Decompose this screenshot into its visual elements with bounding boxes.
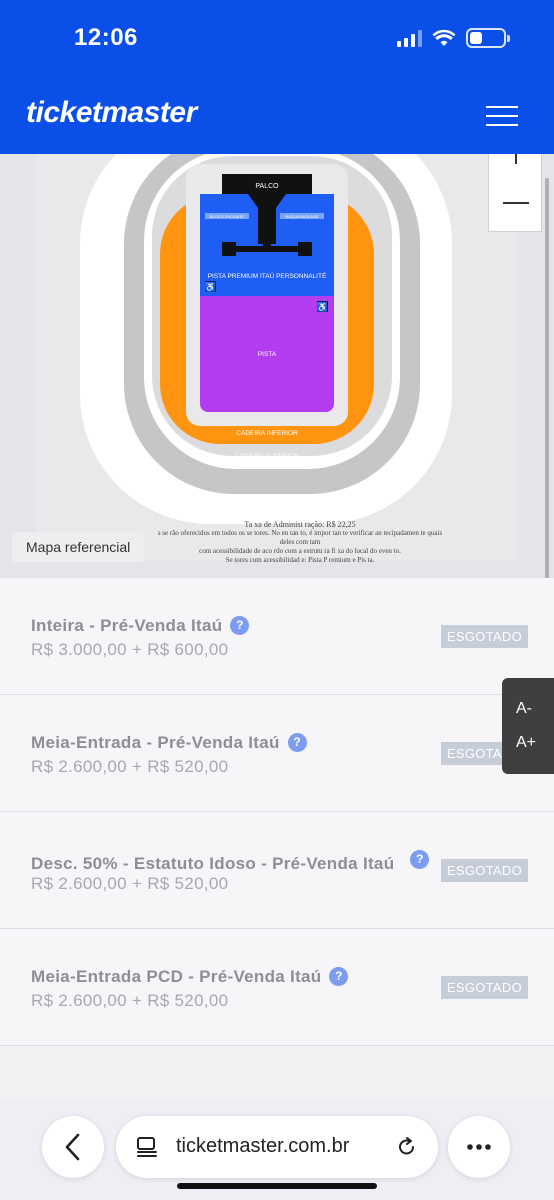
app-header: 12:06 ticketmaster — [0, 0, 554, 154]
zoom-controls — [488, 154, 542, 232]
ticket-row[interactable]: Desc. 50% - Estatuto Idoso - Pré-Venda I… — [0, 812, 554, 929]
cellular-signal-icon — [397, 29, 422, 47]
sold-out-badge: ESGOTADO — [440, 859, 528, 882]
font-size-tools: A- A+ — [502, 678, 554, 774]
more-dots-icon — [467, 1144, 491, 1150]
zoom-in-button[interactable] — [515, 154, 517, 164]
ticket-name: Inteira - Pré-Venda Itaú? — [31, 616, 250, 636]
help-icon[interactable]: ? — [410, 850, 430, 869]
url-text: ticketmaster.com.br — [176, 1135, 350, 1157]
status-time: 12:06 — [74, 24, 138, 51]
page-format-icon[interactable] — [136, 1136, 158, 1158]
ticket-price: R$ 2.600,00 + R$ 520,00 — [31, 874, 229, 893]
home-indicator[interactable] — [177, 1183, 377, 1189]
font-increase-button[interactable]: A+ — [516, 734, 536, 752]
ticket-price: R$ 3.000,00 + R$ 600,00 — [31, 640, 229, 659]
ticket-price: R$ 2.600,00 + R$ 520,00 — [31, 991, 229, 1010]
font-decrease-button[interactable]: A- — [516, 700, 532, 718]
back-chevron-icon — [65, 1133, 80, 1161]
help-icon[interactable]: ? — [287, 733, 307, 752]
ticket-name: Desc. 50% - Estatuto Idoso - Pré-Venda I… — [31, 850, 430, 874]
label-premium: PISTA PREMIUM ITAÚ PERSONNALITÉ — [208, 271, 327, 280]
venue-map-drawing: ♿ ♿ PALCO BLOCO PACKAGE BAQUAPACKAGE PIS… — [80, 154, 452, 524]
ticket-row[interactable]: Meia-Entrada - Pré-Venda Itaú? R$ 2.600,… — [0, 695, 554, 812]
hamburger-menu-icon[interactable] — [486, 106, 518, 126]
scrollbar[interactable] — [545, 178, 549, 638]
zoom-out-button[interactable] — [503, 202, 529, 204]
ticket-name: Meia-Entrada PCD - Pré-Venda Itaú? — [31, 967, 349, 987]
svg-text:♿: ♿ — [317, 301, 328, 312]
legend-line: Se tores com acessibilidad e: Pista P re… — [225, 556, 375, 564]
label-cadeira-inferior: CADEIRA INFERIOR — [236, 430, 298, 437]
status-icons — [397, 26, 510, 50]
map-reference-label: Mapa referencial — [12, 532, 145, 562]
back-button[interactable] — [42, 1116, 104, 1178]
help-icon[interactable]: ? — [230, 616, 250, 635]
ticket-list: Inteira - Pré-Venda Itaú? R$ 3.000,00 + … — [0, 578, 554, 1046]
ticket-row[interactable]: Meia-Entrada PCD - Pré-Venda Itaú? R$ 2.… — [0, 929, 554, 1046]
label-cadeira-superior: CADEIRA SUPERIOR — [235, 453, 300, 460]
label-pista: PISTA — [258, 351, 277, 358]
sold-out-badge: ESGOTADO — [440, 625, 528, 648]
venue-map[interactable]: ♿ ♿ PALCO BLOCO PACKAGE BAQUAPACKAGE PIS… — [0, 154, 554, 580]
battery-icon — [466, 28, 510, 48]
help-icon[interactable]: ? — [329, 967, 349, 986]
ticketmaster-logo[interactable]: ticketmaster — [26, 96, 197, 130]
sold-out-badge: ESGOTADO — [440, 976, 528, 999]
ticket-price: R$ 2.600,00 + R$ 520,00 — [31, 757, 229, 776]
label-block-right: BAQUAPACKAGE — [285, 214, 318, 219]
wifi-icon — [432, 29, 456, 46]
label-block-left: BLOCO PACKAGE — [210, 214, 244, 219]
legend-line: s se rão oferecidos em todos os se tores… — [157, 529, 443, 546]
address-bar[interactable]: ticketmaster.com.br — [116, 1116, 438, 1178]
more-button[interactable] — [448, 1116, 510, 1178]
map-legend: Ta xa de Administ ração: R$ 22,25 s se r… — [150, 520, 450, 565]
svg-text:♿: ♿ — [205, 281, 216, 292]
reload-icon[interactable] — [396, 1136, 418, 1158]
legend-line: Ta xa de Administ ração: R$ 22,25 — [244, 520, 356, 529]
ticket-row[interactable]: Inteira - Pré-Venda Itaú? R$ 3.000,00 + … — [0, 578, 554, 695]
legend-line: com acessibilidade de aco rdo com a estr… — [199, 547, 401, 555]
map-board: ♿ ♿ PALCO BLOCO PACKAGE BAQUAPACKAGE PIS… — [36, 154, 516, 560]
ticket-name: Meia-Entrada - Pré-Venda Itaú? — [31, 733, 307, 753]
label-stage: PALCO — [255, 183, 279, 190]
